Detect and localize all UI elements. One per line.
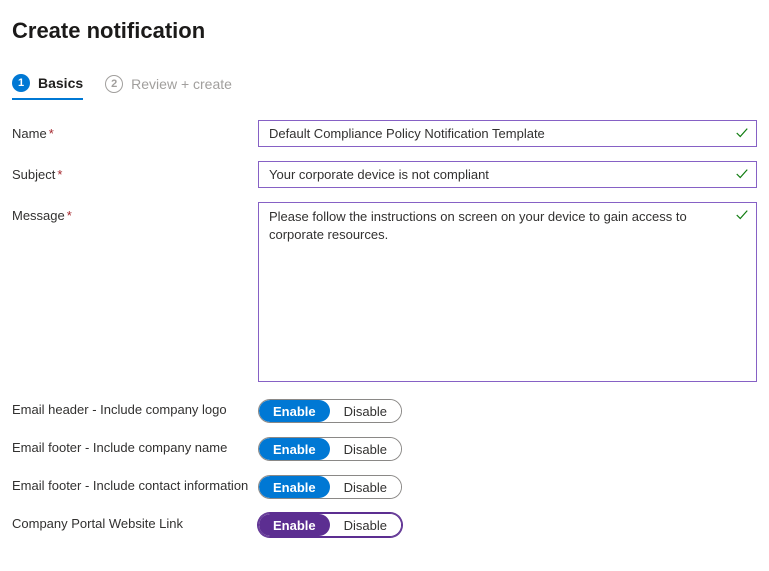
portal-link-disable[interactable]: Disable bbox=[330, 514, 401, 536]
subject-label: Subject* bbox=[12, 161, 258, 182]
footer-name-toggle[interactable]: Enable Disable bbox=[258, 437, 402, 461]
header-logo-toggle[interactable]: Enable Disable bbox=[258, 399, 402, 423]
message-label: Message* bbox=[12, 202, 258, 223]
tab-review[interactable]: 2 Review + create bbox=[105, 75, 232, 99]
portal-link-toggle[interactable]: Enable Disable bbox=[258, 513, 402, 537]
footer-name-label: Email footer - Include company name bbox=[12, 437, 258, 455]
header-logo-label: Email header - Include company logo bbox=[12, 399, 258, 417]
footer-name-disable[interactable]: Disable bbox=[330, 438, 401, 460]
subject-input[interactable] bbox=[258, 161, 757, 188]
footer-name-enable[interactable]: Enable bbox=[259, 438, 330, 460]
page-title: Create notification bbox=[12, 18, 757, 44]
step-number-2: 2 bbox=[105, 75, 123, 93]
name-label: Name* bbox=[12, 120, 258, 141]
portal-link-label: Company Portal Website Link bbox=[12, 513, 258, 531]
footer-contact-disable[interactable]: Disable bbox=[330, 476, 401, 498]
message-input[interactable] bbox=[258, 202, 757, 382]
footer-contact-toggle[interactable]: Enable Disable bbox=[258, 475, 402, 499]
header-logo-disable[interactable]: Disable bbox=[330, 400, 401, 422]
header-logo-enable[interactable]: Enable bbox=[259, 400, 330, 422]
tab-basics-label: Basics bbox=[38, 75, 83, 91]
portal-link-enable[interactable]: Enable bbox=[259, 514, 330, 536]
footer-contact-enable[interactable]: Enable bbox=[259, 476, 330, 498]
tab-basics[interactable]: 1 Basics bbox=[12, 74, 83, 100]
name-input[interactable] bbox=[258, 120, 757, 147]
step-number-1: 1 bbox=[12, 74, 30, 92]
footer-contact-label: Email footer - Include contact informati… bbox=[12, 475, 258, 493]
tab-review-label: Review + create bbox=[131, 76, 232, 92]
steps-tabs: 1 Basics 2 Review + create bbox=[12, 74, 757, 100]
